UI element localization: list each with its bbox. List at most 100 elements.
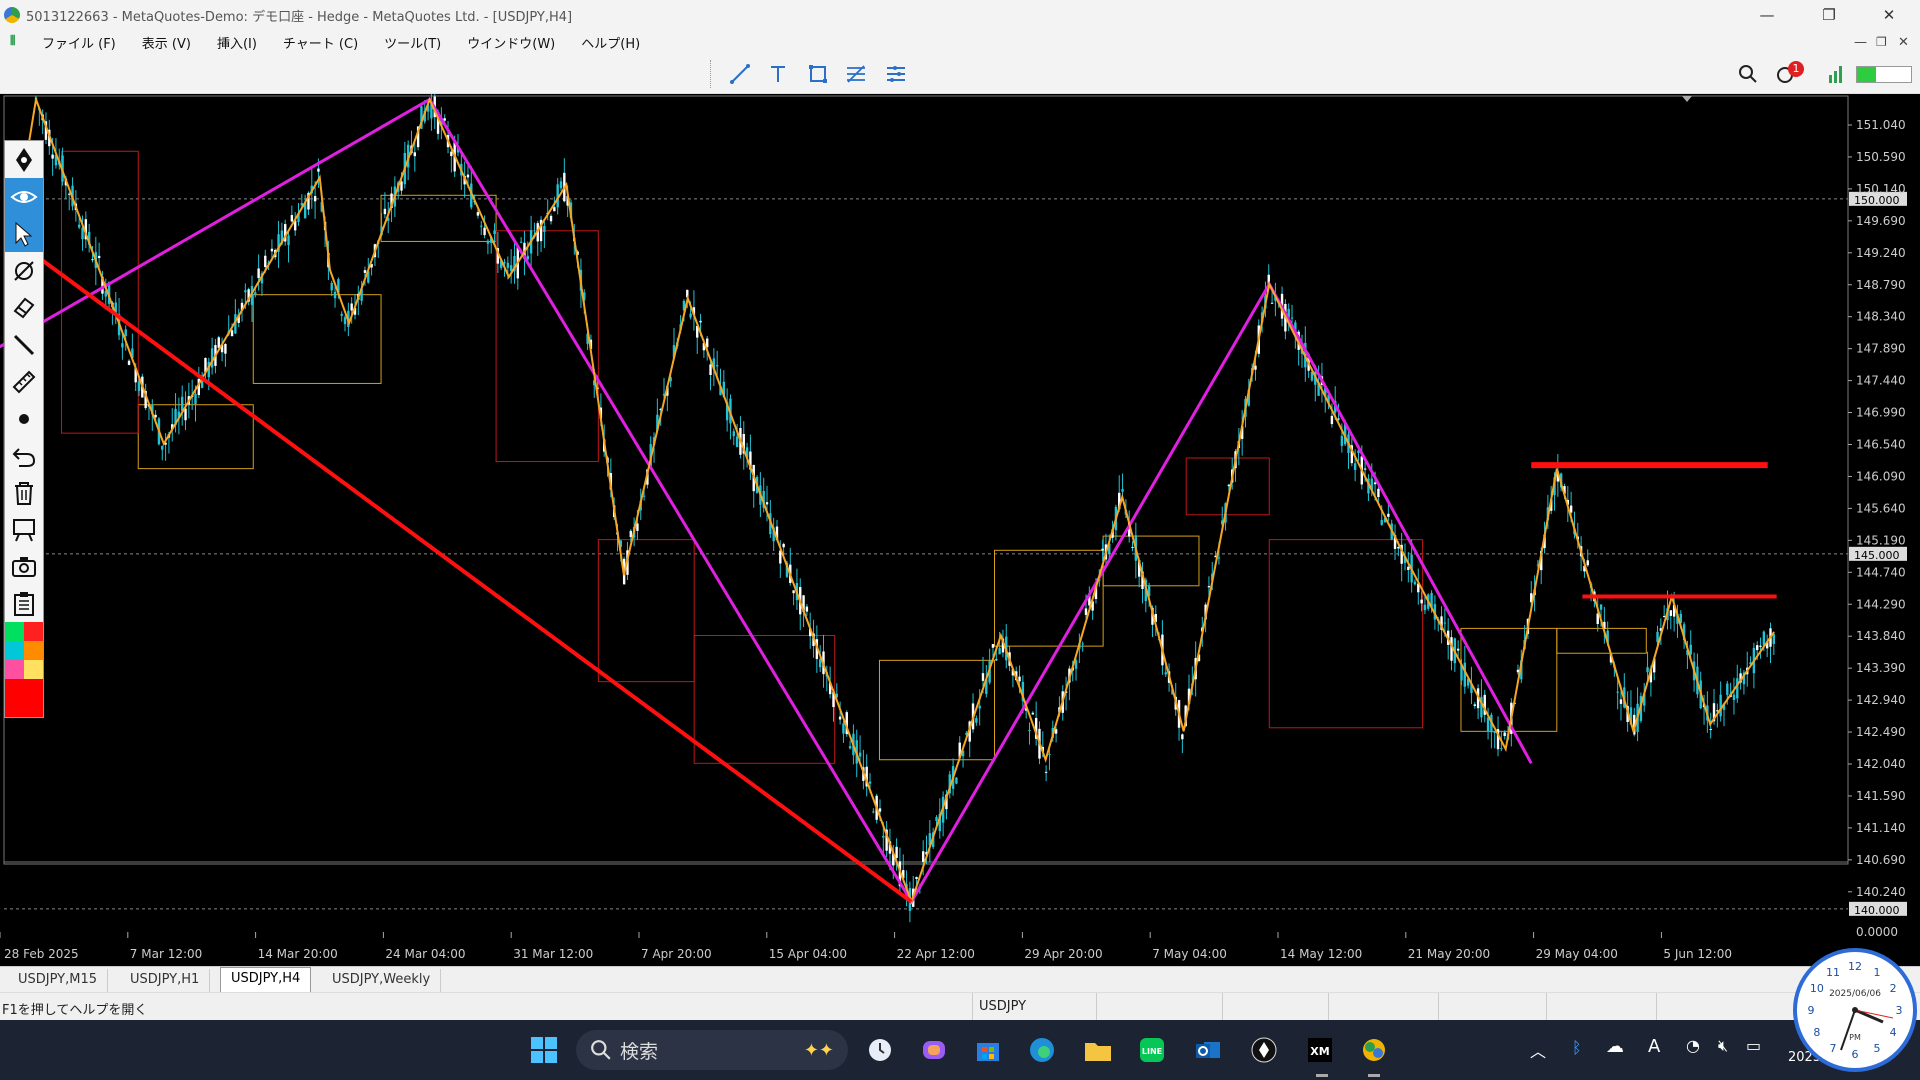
candle-body [1689, 644, 1692, 655]
camera-icon [12, 556, 36, 577]
board-tool-button[interactable] [5, 511, 43, 548]
taskbar-pen-app[interactable] [1248, 1034, 1280, 1066]
candle-body [350, 303, 353, 311]
text-tool-button[interactable] [764, 61, 792, 87]
color-swatch-yellow[interactable] [24, 660, 43, 679]
color-swatch-pink[interactable] [5, 660, 24, 679]
lines-list-icon [887, 66, 905, 82]
taskbar-outlook[interactable] [1192, 1034, 1224, 1066]
taskbar-metatrader[interactable] [1358, 1034, 1390, 1066]
color-swatch-green[interactable] [5, 622, 24, 641]
candle-body [1726, 683, 1729, 695]
analog-clock-widget[interactable]: 1 2 3 4 5 6 7 8 9 10 11 12 2025/06/06 PM [1793, 948, 1917, 1072]
rectangle-tool-button[interactable] [804, 61, 832, 87]
tab-usdjpy-h4[interactable]: USDJPY,H4 [220, 967, 312, 993]
bluetooth-icon[interactable]: ᛒ [1572, 1038, 1582, 1057]
tray-expand-icon[interactable]: ︿ [1530, 1038, 1546, 1062]
onedrive-cloud-icon[interactable]: ☁ [1606, 1036, 1624, 1057]
mdi-close-icon[interactable]: ✕ [1898, 35, 1909, 50]
fibonacci-tool-button[interactable] [842, 61, 870, 87]
taskbar-line[interactable]: LINE [1136, 1034, 1168, 1066]
mdi-minimize-icon[interactable]: — [1854, 35, 1867, 50]
candle-body [519, 241, 523, 243]
eye-tool-button[interactable] [5, 178, 43, 215]
taskbar-xm[interactable]: XM [1304, 1034, 1336, 1066]
candle-body [1473, 704, 1476, 706]
menu-view[interactable]: 表示 (V) [130, 33, 205, 52]
red-trendline [34, 254, 913, 904]
clock-hour-numeral: 6 [1852, 1048, 1859, 1061]
candle-body [181, 396, 184, 411]
menu-tools[interactable]: ツール(T) [372, 33, 455, 52]
candle-body [1616, 691, 1619, 693]
price-chart[interactable]: 150.000145.000140.000151.040150.590150.1… [0, 94, 1920, 966]
screenshot-button[interactable] [5, 548, 43, 585]
menu-file[interactable]: ファイル (F) [30, 33, 130, 52]
notifications-button[interactable]: 1 [1772, 61, 1804, 87]
price-tick-label: 143.390 [1856, 661, 1906, 675]
taskbar-store[interactable] [972, 1034, 1004, 1066]
minimize-button[interactable]: — [1744, 0, 1790, 30]
ruler-tool-button[interactable] [5, 363, 43, 400]
menu-window[interactable]: ウインドウ(W) [455, 33, 569, 52]
trendline-tool-button[interactable] [726, 61, 754, 87]
time-tick-label: 7 May 04:00 [1152, 947, 1227, 961]
rotate-tool-button[interactable] [5, 252, 43, 289]
signal-level-button[interactable] [1822, 61, 1850, 87]
color-swatch-red[interactable] [24, 622, 43, 641]
candle-body [1084, 608, 1088, 615]
menu-chart[interactable]: チャート (C) [271, 33, 372, 52]
line-tool-button[interactable] [5, 326, 43, 363]
taskbar-copilot[interactable] [918, 1034, 950, 1066]
candle-body [872, 811, 875, 813]
candle-body [363, 270, 367, 273]
current-color-swatch[interactable] [5, 679, 43, 717]
cursor-tool-button[interactable] [5, 215, 43, 252]
color-swatch-orange[interactable] [24, 641, 43, 660]
start-button[interactable] [528, 1034, 560, 1066]
candle-body [792, 590, 795, 594]
undo-button[interactable] [5, 437, 43, 474]
candle-body [981, 673, 985, 681]
candle-body [1736, 678, 1739, 699]
trash-icon [15, 481, 33, 505]
candle-body [1503, 732, 1506, 737]
candle-body [1456, 648, 1460, 651]
price-tick-label: 146.990 [1856, 406, 1906, 420]
tab-usdjpy-h1[interactable]: USDJPY,H1 [120, 969, 211, 993]
taskbar-edge[interactable] [1026, 1034, 1058, 1066]
mdi-restore-icon[interactable]: ❐ [1876, 35, 1887, 49]
search-button[interactable] [1734, 61, 1762, 87]
taskbar-explorer[interactable] [1082, 1034, 1114, 1066]
candle-body [978, 705, 981, 709]
candle-body [217, 337, 220, 348]
chart-area[interactable]: 150.000 145.000 140.000 151.040 150.590 150.1… [0, 94, 1920, 966]
menu-insert[interactable]: 挿入(I) [205, 33, 271, 52]
wifi-icon[interactable]: ◔ [1686, 1036, 1700, 1055]
speaker-muted-icon[interactable]: 🔇︎ [1718, 1036, 1728, 1056]
battery-icon[interactable]: ▭ [1746, 1036, 1761, 1055]
candle-body [317, 168, 320, 172]
eraser-tool-button[interactable] [5, 289, 43, 326]
delete-button[interactable] [5, 474, 43, 511]
clipboard-button[interactable] [5, 585, 43, 622]
close-button[interactable]: ✕ [1866, 0, 1912, 30]
clock-ampm: PM [1849, 1033, 1861, 1042]
clock-hour-numeral: 10 [1810, 982, 1824, 995]
color-swatch-cyan[interactable] [5, 641, 24, 660]
restore-button[interactable]: ❐ [1806, 0, 1852, 30]
taskbar-search[interactable]: 検索 ✦✦ [576, 1030, 848, 1070]
dot-tool-button[interactable] [5, 400, 43, 437]
pen-tool-button[interactable] [5, 141, 43, 178]
tab-usdjpy-m15[interactable]: USDJPY,M15 [8, 969, 108, 993]
toolbar-grip [710, 60, 712, 88]
menu-help[interactable]: ヘルプ(H) [569, 33, 654, 52]
objects-list-button[interactable] [882, 61, 910, 87]
candle-body [1018, 676, 1021, 682]
ime-icon[interactable]: A [1648, 1036, 1660, 1057]
candle-body [858, 752, 862, 757]
candle-body [921, 851, 925, 862]
taskbar-clock-app[interactable] [864, 1034, 896, 1066]
tab-usdjpy-weekly[interactable]: USDJPY,Weekly [322, 969, 442, 993]
candle-body [1443, 622, 1447, 624]
